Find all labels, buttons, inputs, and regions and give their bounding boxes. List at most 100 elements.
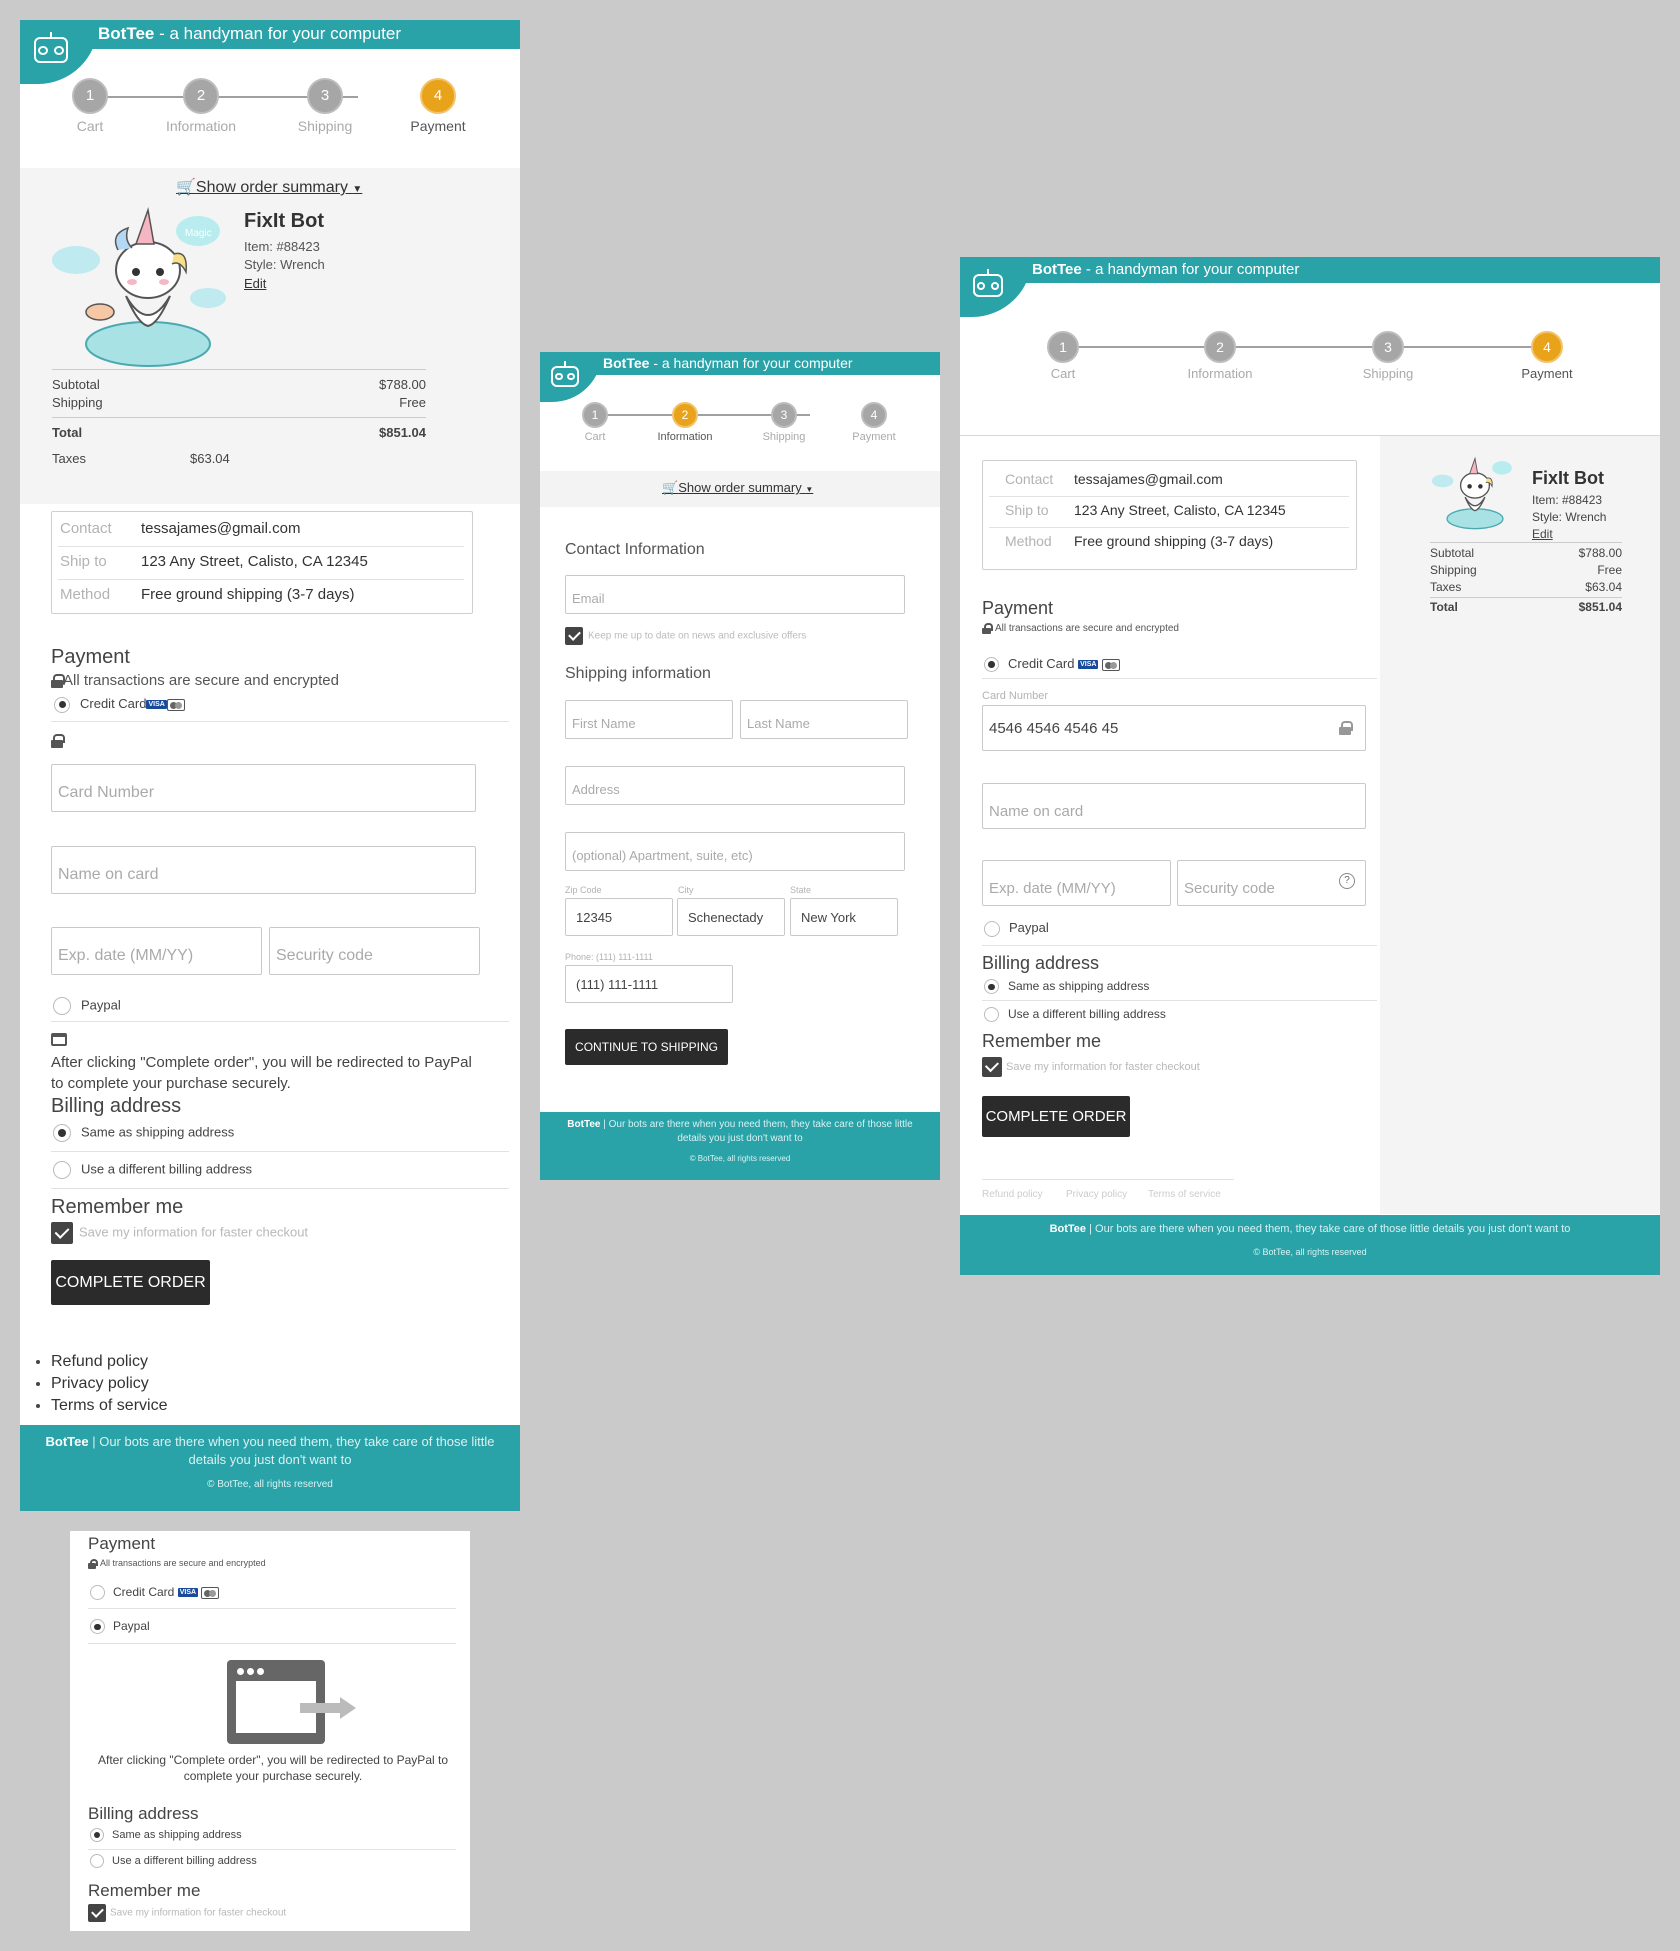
credit-card-option[interactable]: Credit Card VISA (90, 1585, 220, 1601)
credit-card-radio[interactable] (90, 1585, 105, 1601)
save-info-option[interactable]: Save my information for faster checkout (51, 1222, 308, 1244)
paypal-option[interactable]: Paypal (90, 1619, 150, 1635)
security-code-input[interactable]: Security code ? (1177, 860, 1366, 906)
total-value: $851.04 (379, 425, 426, 440)
unicorn-illustration (1431, 456, 1512, 530)
robot-icon (973, 269, 1003, 297)
same-address-option[interactable]: Same as shipping address (984, 979, 1149, 995)
payment-title: Payment (982, 598, 1054, 618)
refund-policy-link[interactable]: Refund policy (51, 1351, 167, 1373)
paypal-variant-panel: Payment All transactions are secure and … (70, 1531, 470, 1931)
contact-value: tessajames@gmail.com (141, 520, 301, 537)
remember-title: Remember me (88, 1881, 201, 1900)
shipto-value: 123 Any Street, Calisto, CA 12345 (141, 553, 368, 570)
terms-of-service-link[interactable]: Terms of service (51, 1395, 167, 1417)
credit-card-radio[interactable] (54, 696, 70, 713)
show-order-summary-toggle[interactable]: 🛒Show order summary ▼ (662, 480, 813, 496)
unicorn-illustration: Magic (52, 207, 226, 367)
name-on-card-input[interactable]: Name on card (982, 783, 1366, 829)
same-address-option[interactable]: Same as shipping address (90, 1828, 242, 1842)
lock-icon (51, 674, 65, 689)
edit-link[interactable]: Edit (244, 276, 266, 291)
paypal-radio[interactable] (90, 1619, 105, 1635)
save-info-checkbox[interactable] (982, 1057, 1002, 1077)
terms-of-service-link[interactable]: Terms of service (1148, 1189, 1221, 1200)
header-bar: BotTee - a handyman for your computer (960, 257, 1660, 283)
different-address-option[interactable]: Use a different billing address (90, 1854, 257, 1868)
privacy-policy-link[interactable]: Privacy policy (51, 1373, 167, 1395)
different-address-option[interactable]: Use a different billing address (984, 1007, 1166, 1023)
last-name-input[interactable]: Last Name (740, 700, 908, 739)
same-address-radio[interactable] (53, 1124, 71, 1142)
remember-title: Remember me (51, 1196, 184, 1218)
email-input[interactable]: Email (565, 575, 905, 614)
step-information[interactable]: 2 Information (141, 78, 261, 134)
continue-to-shipping-button[interactable]: CONTINUE TO SHIPPING (565, 1029, 728, 1065)
city-input[interactable]: Schenectady (677, 898, 785, 936)
paypal-radio[interactable] (984, 920, 1000, 937)
edit-link[interactable]: Edit (1532, 527, 1553, 541)
exp-date-input[interactable]: Exp. date (MM/YY) (51, 927, 262, 975)
credit-card-option[interactable]: Credit Card VISA (984, 656, 1121, 673)
state-select[interactable]: New York (790, 898, 898, 936)
privacy-policy-link[interactable]: Privacy policy (1066, 1189, 1127, 1200)
cart-icon: 🛒 (662, 480, 679, 495)
first-name-input[interactable]: First Name (565, 700, 733, 739)
step-payment[interactable]: 4 Payment (388, 78, 488, 134)
newsletter-checkbox[interactable] (565, 627, 583, 645)
credit-card-radio[interactable] (984, 657, 999, 673)
credit-card-option[interactable]: Credit Card VISA (54, 696, 185, 713)
different-address-radio[interactable] (984, 1007, 999, 1023)
brand-logo[interactable] (960, 257, 1032, 317)
step-payment[interactable]: 4 Payment (1502, 331, 1592, 381)
step-payment[interactable]: 4 Payment (834, 402, 914, 443)
apartment-input[interactable]: (optional) Apartment, suite, etc) (565, 832, 905, 871)
step-cart[interactable]: 1 Cart (1028, 331, 1098, 381)
step-information[interactable]: 2 Information (1165, 331, 1275, 381)
name-on-card-input[interactable]: Name on card (51, 846, 476, 894)
refund-policy-link[interactable]: Refund policy (982, 1189, 1043, 1200)
zip-input[interactable]: 12345 (565, 898, 673, 936)
security-code-input[interactable]: Security code (269, 927, 480, 975)
same-address-radio[interactable] (984, 979, 999, 995)
card-number-input[interactable]: Card Number (51, 764, 476, 812)
complete-order-button[interactable]: COMPLETE ORDER (982, 1096, 1130, 1137)
different-address-radio[interactable] (53, 1161, 71, 1179)
card-number-input[interactable]: 4546 4546 4546 45 (982, 705, 1366, 751)
brand-logo[interactable] (540, 352, 602, 402)
save-info-option[interactable]: Save my information for faster checkout (88, 1904, 286, 1922)
footer: BotTee | Our bots are there when you nee… (960, 1215, 1660, 1275)
lock-icon (1339, 721, 1353, 735)
different-address-radio[interactable] (90, 1854, 104, 1868)
help-icon[interactable]: ? (1339, 873, 1355, 889)
complete-order-button[interactable]: COMPLETE ORDER (51, 1260, 210, 1305)
save-info-checkbox[interactable] (51, 1222, 73, 1244)
exp-date-input[interactable]: Exp. date (MM/YY) (982, 860, 1171, 906)
billing-title: Billing address (982, 953, 1100, 973)
paypal-radio[interactable] (53, 997, 71, 1015)
same-address-radio[interactable] (90, 1828, 104, 1842)
robot-icon (551, 361, 579, 387)
step-shipping[interactable]: 3 Shipping (275, 78, 375, 134)
paypal-option[interactable]: Paypal (53, 997, 121, 1015)
step-cart[interactable]: 1 Cart (565, 402, 625, 443)
show-order-summary-toggle[interactable]: 🛒Show order summary ▼ (176, 177, 362, 197)
newsletter-option[interactable]: Keep me up to date on news and exclusive… (565, 627, 806, 645)
step-shipping[interactable]: 3 Shipping (744, 402, 824, 443)
order-summary: 🛒Show order summary ▼ Magic FixIt Bot It… (20, 168, 520, 504)
shipping-info-title: Shipping information (565, 665, 711, 682)
paypal-option[interactable]: Paypal (984, 920, 1049, 937)
total-label: Total (52, 425, 83, 440)
save-info-checkbox[interactable] (88, 1904, 106, 1922)
step-information[interactable]: 2 Information (640, 402, 730, 443)
phone-input[interactable]: (111) 111-1111 (565, 965, 733, 1003)
step-cart[interactable]: 1 Cart (50, 78, 130, 134)
save-info-option[interactable]: Save my information for faster checkout (982, 1057, 1200, 1077)
same-address-option[interactable]: Same as shipping address (53, 1124, 234, 1142)
address-input[interactable]: Address (565, 766, 905, 805)
different-address-option[interactable]: Use a different billing address (53, 1161, 252, 1179)
mobile-payment-panel: BotTee - a handyman for your computer 1 … (20, 20, 520, 1511)
brand-logo[interactable] (20, 20, 98, 84)
step-shipping[interactable]: 3 Shipping (1343, 331, 1433, 381)
cart-icon: 🛒 (176, 179, 196, 196)
